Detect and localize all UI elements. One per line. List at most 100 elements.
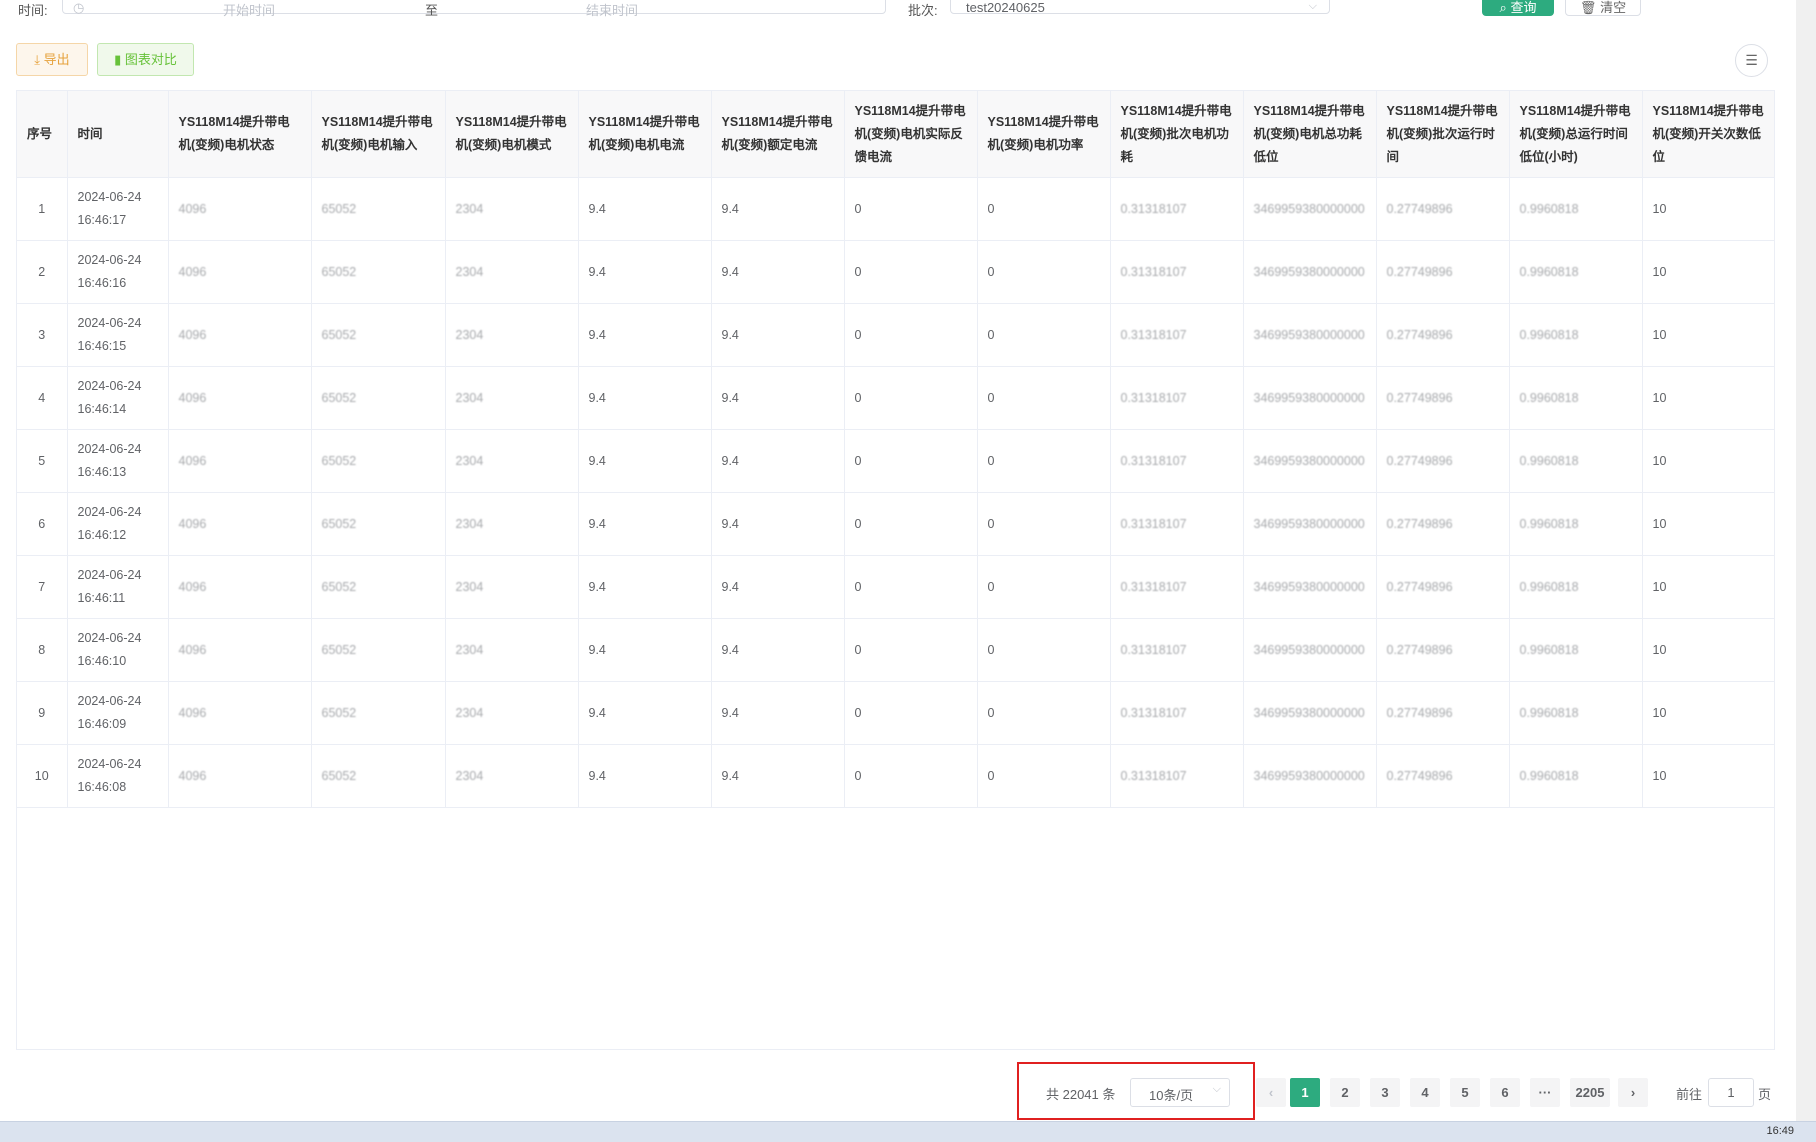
page-button-4[interactable]: 4 xyxy=(1410,1078,1440,1107)
value-cell: 0.31318107 xyxy=(1110,303,1244,367)
value-cell: 10 xyxy=(1642,240,1774,304)
column-header: 序号 xyxy=(17,91,68,178)
value-cell: 65052 xyxy=(311,555,446,619)
row-index-cell: 8 xyxy=(17,618,68,682)
value-cell: 65052 xyxy=(311,744,446,808)
time-label: 时间: xyxy=(18,3,48,18)
taskbar-clock: 16:49 xyxy=(1766,1125,1794,1137)
scrollbar-track[interactable] xyxy=(1796,0,1816,1121)
value-cell: 10 xyxy=(1642,366,1774,430)
time-range-picker[interactable]: ◷ 开始时间 至 结束时间 xyxy=(62,0,886,18)
value-cell: 0.31318107 xyxy=(1110,555,1244,619)
value-cell: 0 xyxy=(977,303,1111,367)
value-cell: 9.4 xyxy=(711,303,845,367)
chevron-right-icon: › xyxy=(1630,1085,1636,1100)
table-row: 7 2024-06-24 16:46:11 4096 65052 2304 9.4 9.4 0… xyxy=(17,555,1774,619)
column-header: YS118M14提升带电机(变频)电机电流 xyxy=(578,91,712,178)
chevron-down-icon: ⌵ xyxy=(1212,1083,1221,1095)
query-button[interactable]: ⌕ 查询 xyxy=(1482,0,1554,16)
value-cell: 9.4 xyxy=(578,744,712,808)
row-index-cell: 1 xyxy=(17,177,68,241)
value-cell: 9.4 xyxy=(578,492,712,556)
value-cell: 9.4 xyxy=(711,177,845,241)
page-button-3[interactable]: 3 xyxy=(1370,1078,1400,1107)
start-time-input[interactable]: 开始时间 xyxy=(223,0,275,19)
value-cell: 0 xyxy=(977,177,1111,241)
batch-label: 批次: xyxy=(908,3,938,18)
row-index-cell: 2 xyxy=(17,240,68,304)
table-row: 6 2024-06-24 16:46:12 4096 65052 2304 9.4 9.4 0… xyxy=(17,492,1774,556)
value-cell: 0 xyxy=(844,177,978,241)
value-cell: 2304 xyxy=(445,492,579,556)
value-cell: 10 xyxy=(1642,303,1774,367)
value-cell: 0.9960818 xyxy=(1509,618,1643,682)
value-cell: 10 xyxy=(1642,492,1774,556)
clear-button[interactable]: 🗑 清空 xyxy=(1565,0,1641,16)
value-cell: 0.9960818 xyxy=(1509,366,1643,430)
batch-select-value: test20240625 xyxy=(966,0,1045,15)
value-cell: 3469959380000000 xyxy=(1243,366,1377,430)
page-button-5[interactable]: 5 xyxy=(1450,1078,1480,1107)
end-time-input[interactable]: 结束时间 xyxy=(586,0,638,19)
page-button-1[interactable]: 1 xyxy=(1290,1078,1320,1107)
timestamp-cell: 2024-06-24 16:46:17 xyxy=(67,177,169,241)
value-cell: 9.4 xyxy=(578,681,712,745)
value-cell: 0.9960818 xyxy=(1509,492,1643,556)
page-button-last[interactable]: 2205 xyxy=(1570,1078,1610,1107)
column-header: YS118M14提升带电机(变频)电机输入 xyxy=(311,91,446,178)
value-cell: 9.4 xyxy=(711,366,845,430)
value-cell: 0.31318107 xyxy=(1110,366,1244,430)
prev-page-button[interactable]: ‹ xyxy=(1256,1078,1286,1107)
clear-button-label: 清空 xyxy=(1600,0,1627,15)
value-cell: 2304 xyxy=(445,744,579,808)
goto-page-input[interactable] xyxy=(1708,1078,1754,1107)
timestamp-cell: 2024-06-24 16:46:10 xyxy=(67,618,169,682)
data-table: 序号 时间 YS118M14提升带电机(变频)电机状态 YS118M14提升带电… xyxy=(16,90,1775,1050)
column-header: YS118M14提升带电机(变频)电机功率 xyxy=(977,91,1111,178)
sliders-icon: ☰ xyxy=(1745,52,1758,68)
value-cell: 0 xyxy=(977,366,1111,430)
column-settings-button[interactable]: ☰ xyxy=(1735,44,1768,77)
table-row: 10 2024-06-24 16:46:08 4096 65052 2304 9.4 9.4… xyxy=(17,744,1774,808)
page-size-select[interactable]: 10条/页 ⌵ xyxy=(1130,1078,1230,1107)
value-cell: 2304 xyxy=(445,555,579,619)
export-button[interactable]: ⤓ 导出 xyxy=(16,43,88,76)
page-suffix-label: 页 xyxy=(1758,1087,1772,1102)
value-cell: 0.31318107 xyxy=(1110,744,1244,808)
value-cell: 10 xyxy=(1642,681,1774,745)
value-cell: 0.27749896 xyxy=(1376,177,1510,241)
trash-icon: 🗑 xyxy=(1579,0,1597,15)
value-cell: 0.31318107 xyxy=(1110,492,1244,556)
value-cell: 0.27749896 xyxy=(1376,555,1510,619)
row-index-cell: 6 xyxy=(17,492,68,556)
value-cell: 9.4 xyxy=(578,240,712,304)
value-cell: 2304 xyxy=(445,429,579,493)
bar-chart-icon: ▮ xyxy=(114,52,122,67)
value-cell: 0 xyxy=(977,429,1111,493)
value-cell: 65052 xyxy=(311,681,446,745)
more-pages-button[interactable]: ··· xyxy=(1530,1078,1560,1107)
value-cell: 4096 xyxy=(168,618,312,682)
batch-select[interactable]: test20240625 ⌵ xyxy=(950,0,1330,15)
value-cell: 0.27749896 xyxy=(1376,681,1510,745)
clock-icon: ◷ xyxy=(73,0,85,15)
table-row: 4 2024-06-24 16:46:14 4096 65052 2304 9.4 9.4 0… xyxy=(17,366,1774,430)
value-cell: 9.4 xyxy=(711,240,845,304)
value-cell: 4096 xyxy=(168,492,312,556)
timestamp-cell: 2024-06-24 16:46:12 xyxy=(67,492,169,556)
value-cell: 9.4 xyxy=(578,366,712,430)
value-cell: 0.9960818 xyxy=(1509,744,1643,808)
value-cell: 4096 xyxy=(168,240,312,304)
chart-compare-button[interactable]: ▮ 图表对比 xyxy=(97,43,194,76)
value-cell: 4096 xyxy=(168,681,312,745)
value-cell: 0 xyxy=(844,303,978,367)
value-cell: 0.27749896 xyxy=(1376,240,1510,304)
value-cell: 0 xyxy=(844,681,978,745)
next-page-button[interactable]: › xyxy=(1618,1078,1648,1107)
value-cell: 3469959380000000 xyxy=(1243,555,1377,619)
column-header: YS118M14提升带电机(变频)开关次数低位 xyxy=(1642,91,1774,178)
page-button-2[interactable]: 2 xyxy=(1330,1078,1360,1107)
table-row: 3 2024-06-24 16:46:15 4096 65052 2304 9.4 9.4 0… xyxy=(17,303,1774,367)
value-cell: 0.27749896 xyxy=(1376,366,1510,430)
page-button-6[interactable]: 6 xyxy=(1490,1078,1520,1107)
